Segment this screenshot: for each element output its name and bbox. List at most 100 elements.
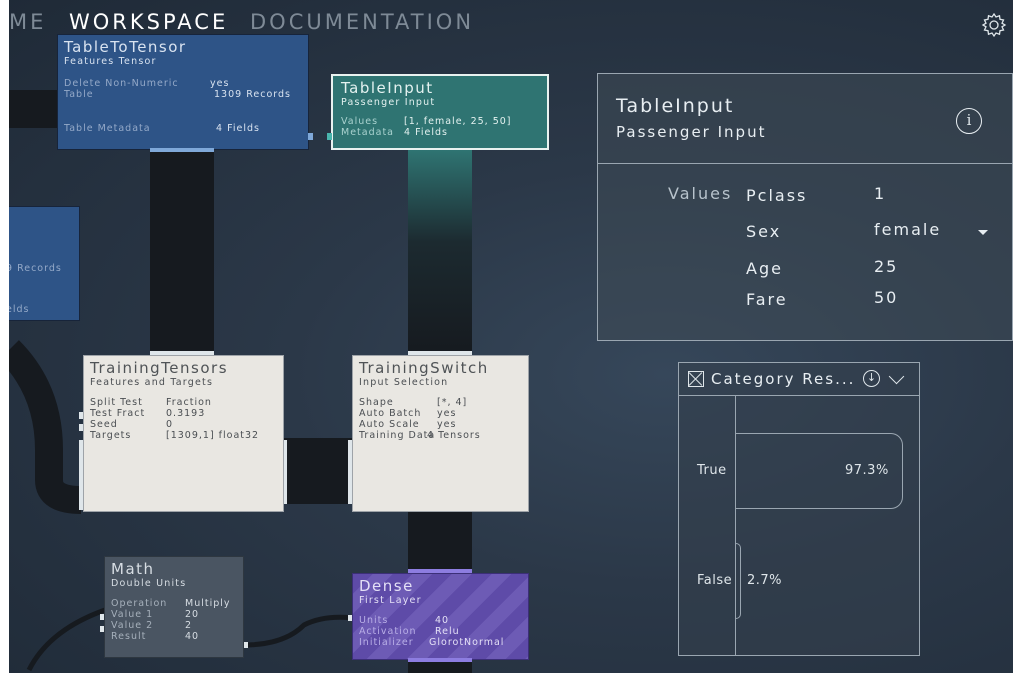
node-title: TableInput — [341, 79, 434, 97]
port-trainingtensors-in[interactable] — [79, 424, 83, 431]
inspector-subtitle: Passenger Input — [616, 123, 767, 141]
node-subtitle: Features and Targets — [90, 377, 214, 388]
field-key-sex: Sex — [746, 222, 782, 241]
row-key: Table Metadata — [64, 123, 151, 134]
row-value: 0 — [166, 419, 174, 430]
node-dense[interactable]: Dense First Layer Units 40 Activation Relu… — [352, 573, 529, 660]
row-key: Result — [111, 631, 147, 642]
field-key-fare: Fare — [746, 290, 788, 309]
tab-documentation[interactable]: DOCUMENTATION — [250, 10, 474, 34]
port-trainingtensors-out[interactable] — [284, 440, 287, 504]
node-subtitle: First Layer — [359, 595, 422, 606]
row-key: Targets — [90, 430, 132, 441]
row-key: Auto Batch — [359, 408, 422, 419]
node-math[interactable]: Math Double Units Operation Multiply Valu… — [104, 556, 244, 658]
inspector-title: TableInput — [616, 95, 735, 117]
row-value: Fraction — [166, 397, 212, 408]
category-percent: 2.7% — [747, 573, 783, 588]
node-title: TableToTensor — [64, 38, 187, 56]
row-key: Activation — [359, 626, 417, 637]
port-math-out[interactable] — [244, 642, 248, 648]
inspector-header: TableInput Passenger Input i — [598, 74, 1012, 164]
row-value: 1309 Records — [214, 89, 291, 100]
wire-tensors-switch — [284, 438, 352, 504]
row-value: 40 — [185, 631, 200, 642]
row-key: Seed — [90, 419, 118, 430]
category-results-header: Category Res... ↓ — [679, 363, 919, 396]
node-title: Math — [111, 560, 155, 578]
row-key: Units — [359, 615, 389, 626]
chevron-down-icon[interactable] — [888, 368, 905, 385]
row-value: [*, 4] — [437, 397, 468, 408]
node-trainingtensors[interactable]: TrainingTensors Features and Targets Spl… — [83, 355, 284, 512]
chevron-down-icon[interactable] — [978, 230, 988, 235]
row-key: Table — [64, 89, 94, 100]
row-value: yes — [437, 419, 457, 430]
node-subtitle: Input Selection — [359, 377, 449, 388]
values-label: Values — [668, 184, 733, 203]
port-dense-top[interactable] — [408, 569, 472, 573]
wire-math-dense — [244, 614, 353, 648]
row-value: 4 Tensors — [427, 430, 481, 441]
row-value: [1, female, 25, 50] — [404, 116, 512, 127]
field-value-age[interactable]: 25 — [874, 257, 898, 276]
field-value-fare[interactable]: 50 — [874, 288, 898, 307]
row-value: yes — [210, 78, 230, 89]
node-trainingswitch[interactable]: TrainingSwitch Input Selection Shape [*, … — [352, 355, 529, 512]
row-key: Training Data — [359, 430, 436, 441]
field-value-sex[interactable]: female — [874, 220, 941, 239]
category-label: False — [697, 573, 733, 588]
node-tableinput[interactable]: TableInput Passenger Input Values [1, fem… — [331, 74, 549, 150]
row-value: 0.3193 — [166, 408, 206, 419]
port-trainingtensors-in[interactable] — [79, 440, 83, 510]
row-key: Values — [341, 116, 379, 127]
download-icon[interactable]: ↓ — [863, 370, 880, 387]
tab-home[interactable]: ME — [9, 10, 46, 34]
port-tabletotensor-bottom[interactable] — [150, 148, 214, 152]
offscreen-records: 9 Records — [6, 263, 62, 274]
tab-workspace[interactable]: WORKSPACE — [69, 10, 228, 34]
node-offscreen[interactable]: 9 Records elds — [6, 206, 80, 321]
info-icon[interactable]: i — [956, 108, 982, 134]
row-key: Test Fract — [90, 408, 146, 419]
offscreen-fields: elds — [6, 304, 30, 315]
close-icon[interactable] — [688, 371, 704, 387]
port-math-in[interactable] — [100, 614, 104, 620]
row-key: Shape — [359, 397, 394, 408]
node-title: TrainingTensors — [90, 359, 229, 377]
row-value: 4 Fields — [216, 123, 260, 134]
category-bar — [736, 543, 741, 619]
wire-switch-dense — [408, 510, 472, 575]
row-value: yes — [437, 408, 457, 419]
port-trainingswitch-in[interactable] — [348, 440, 352, 504]
row-key: Delete Non-Numeric — [64, 78, 179, 89]
row-key: Operation — [111, 598, 168, 609]
node-subtitle: Double Units — [111, 578, 187, 589]
port-trainingswitch-top[interactable] — [408, 351, 472, 355]
row-value: 2 — [185, 620, 193, 631]
gear-icon[interactable] — [981, 12, 1007, 38]
node-tabletotensor[interactable]: TableToTensor Features Tensor Delete Non… — [57, 34, 309, 150]
node-title: Dense — [359, 577, 414, 595]
port-dense-bottom[interactable] — [408, 658, 472, 662]
field-value-pclass[interactable]: 1 — [874, 184, 886, 203]
row-key: Value 1 — [111, 609, 154, 620]
node-subtitle: Features Tensor — [64, 56, 157, 67]
port-trainingtensors-in[interactable] — [79, 412, 83, 419]
port-dense-in[interactable] — [348, 615, 352, 621]
row-key: Auto Scale — [359, 419, 420, 430]
row-value: Multiply — [185, 598, 231, 609]
row-value: GlorotNormal — [429, 637, 505, 648]
wire-tabletotensor-down — [150, 150, 214, 355]
row-key: Split Test — [90, 397, 143, 408]
port-trainingtensors-top[interactable] — [150, 351, 214, 355]
row-value: 20 — [185, 609, 200, 620]
port-tableinput-in[interactable] — [327, 133, 332, 140]
category-results-title: Category Res... — [711, 370, 856, 388]
node-subtitle: Passenger Input — [341, 97, 436, 108]
port-tabletotensor-out[interactable] — [308, 133, 313, 140]
row-value: Relu — [435, 626, 460, 637]
port-math-in[interactable] — [100, 626, 104, 632]
field-key-age: Age — [746, 259, 783, 278]
category-results-panel: Category Res... ↓ True 97.3% False 2.7% — [678, 362, 920, 656]
